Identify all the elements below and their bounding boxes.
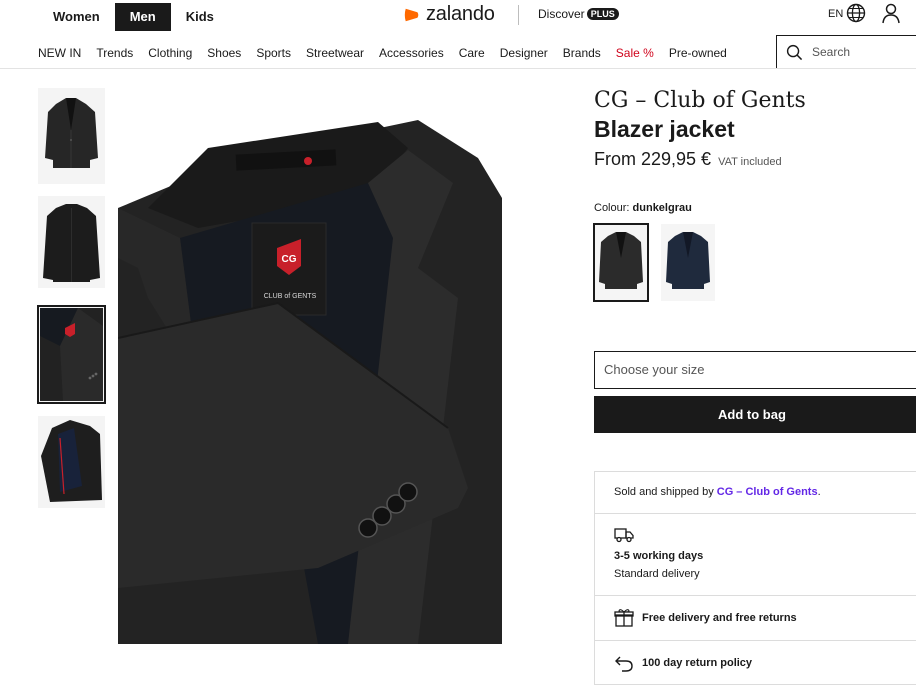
- swatch-dark-grey-image: [599, 232, 643, 289]
- blazer-front-image: [45, 98, 98, 168]
- colour-label-prefix: Colour:: [594, 202, 630, 214]
- add-to-bag-button[interactable]: Add to bag: [594, 396, 916, 433]
- nav-shoes[interactable]: Shoes: [207, 46, 241, 60]
- search-input[interactable]: [812, 45, 912, 59]
- nav-sports[interactable]: Sports: [256, 46, 291, 60]
- blazer-back-image: [43, 204, 100, 282]
- nav-brands[interactable]: Brands: [563, 46, 601, 60]
- header-divider-line: [0, 68, 916, 69]
- colour-swatch-dunkelgrau[interactable]: [593, 223, 649, 302]
- thumbnail-inside[interactable]: [38, 416, 105, 508]
- info-divider: [595, 595, 916, 596]
- sold-by-suffix: .: [817, 486, 821, 498]
- logo-text: zalando: [426, 3, 495, 25]
- product-brand[interactable]: CG – Club of Gents: [594, 88, 806, 113]
- free-delivery-text: Free delivery and free returns: [642, 612, 797, 624]
- nav-pre-owned[interactable]: Pre-owned: [669, 46, 727, 60]
- blazer-inside-image: [41, 420, 102, 502]
- tab-kids[interactable]: Kids: [171, 3, 229, 31]
- nav-care[interactable]: Care: [459, 46, 485, 60]
- gift-box-icon: [614, 609, 634, 627]
- info-divider: [595, 640, 916, 641]
- zalando-logo[interactable]: zalando: [403, 3, 495, 26]
- blazer-detail-image: [40, 308, 103, 401]
- vat-note: VAT included: [718, 156, 782, 168]
- thumbnail-back[interactable]: [38, 196, 105, 288]
- seller-link[interactable]: CG – Club of Gents: [717, 486, 818, 498]
- colour-swatch-navy[interactable]: [661, 224, 715, 301]
- nav-streetwear[interactable]: Streetwear: [306, 46, 364, 60]
- main-product-image[interactable]: CG CLUB of GENTS: [117, 88, 502, 644]
- category-nav: NEW IN Trends Clothing Shoes Sports Stre…: [38, 46, 727, 60]
- gender-tabs: Women Men Kids: [38, 3, 229, 31]
- price-row: From 229,95 € VAT included: [594, 149, 782, 170]
- zalando-logo-icon: [404, 8, 419, 21]
- sold-by-text: Sold and shipped by CG – Club of Gents.: [614, 486, 821, 498]
- discover-plus-link[interactable]: Discover PLUS: [538, 7, 619, 21]
- thumbnail-detail[interactable]: [37, 305, 106, 404]
- language-selector[interactable]: EN: [828, 8, 843, 20]
- sold-by-prefix: Sold and shipped by: [614, 486, 714, 498]
- search-icon[interactable]: [786, 44, 803, 61]
- nav-accessories[interactable]: Accessories: [379, 46, 444, 60]
- info-divider: [595, 513, 916, 514]
- globe-icon[interactable]: [846, 3, 866, 23]
- blazer-closeup-image: CG CLUB of GENTS: [117, 120, 502, 644]
- return-arrow-icon: [615, 656, 633, 672]
- delivery-type: Standard delivery: [614, 568, 700, 580]
- product-price: From 229,95 €: [594, 149, 712, 169]
- swatch-navy-image: [666, 232, 710, 289]
- nav-clothing[interactable]: Clothing: [148, 46, 192, 60]
- search-box[interactable]: [776, 35, 916, 69]
- label-monogram: CG: [282, 254, 297, 265]
- size-select[interactable]: Choose your size: [594, 351, 916, 389]
- delivery-info-box: Sold and shipped by CG – Club of Gents. …: [594, 471, 916, 685]
- truck-icon: [614, 528, 634, 543]
- tab-men[interactable]: Men: [114, 3, 171, 31]
- return-policy-text[interactable]: 100 day return policy: [642, 657, 752, 669]
- nav-designer[interactable]: Designer: [500, 46, 548, 60]
- header-divider: [518, 5, 519, 25]
- colour-value: dunkelgrau: [632, 202, 692, 214]
- thumbnail-front[interactable]: [38, 88, 105, 184]
- product-name: Blazer jacket: [594, 116, 735, 142]
- tab-women[interactable]: Women: [38, 3, 115, 31]
- nav-trends[interactable]: Trends: [96, 46, 133, 60]
- plus-badge: PLUS: [586, 8, 619, 20]
- user-account-icon[interactable]: [881, 3, 901, 24]
- label-brand-text: CLUB of GENTS: [264, 293, 317, 300]
- colour-label: Colour: dunkelgrau: [594, 202, 692, 214]
- delivery-days: 3-5 working days: [614, 550, 704, 562]
- nav-new-in[interactable]: NEW IN: [38, 46, 81, 60]
- nav-sale[interactable]: Sale %: [616, 46, 654, 60]
- top-header: Women Men Kids zalando Discover PLUS EN: [0, 0, 916, 34]
- discover-label: Discover: [538, 7, 585, 21]
